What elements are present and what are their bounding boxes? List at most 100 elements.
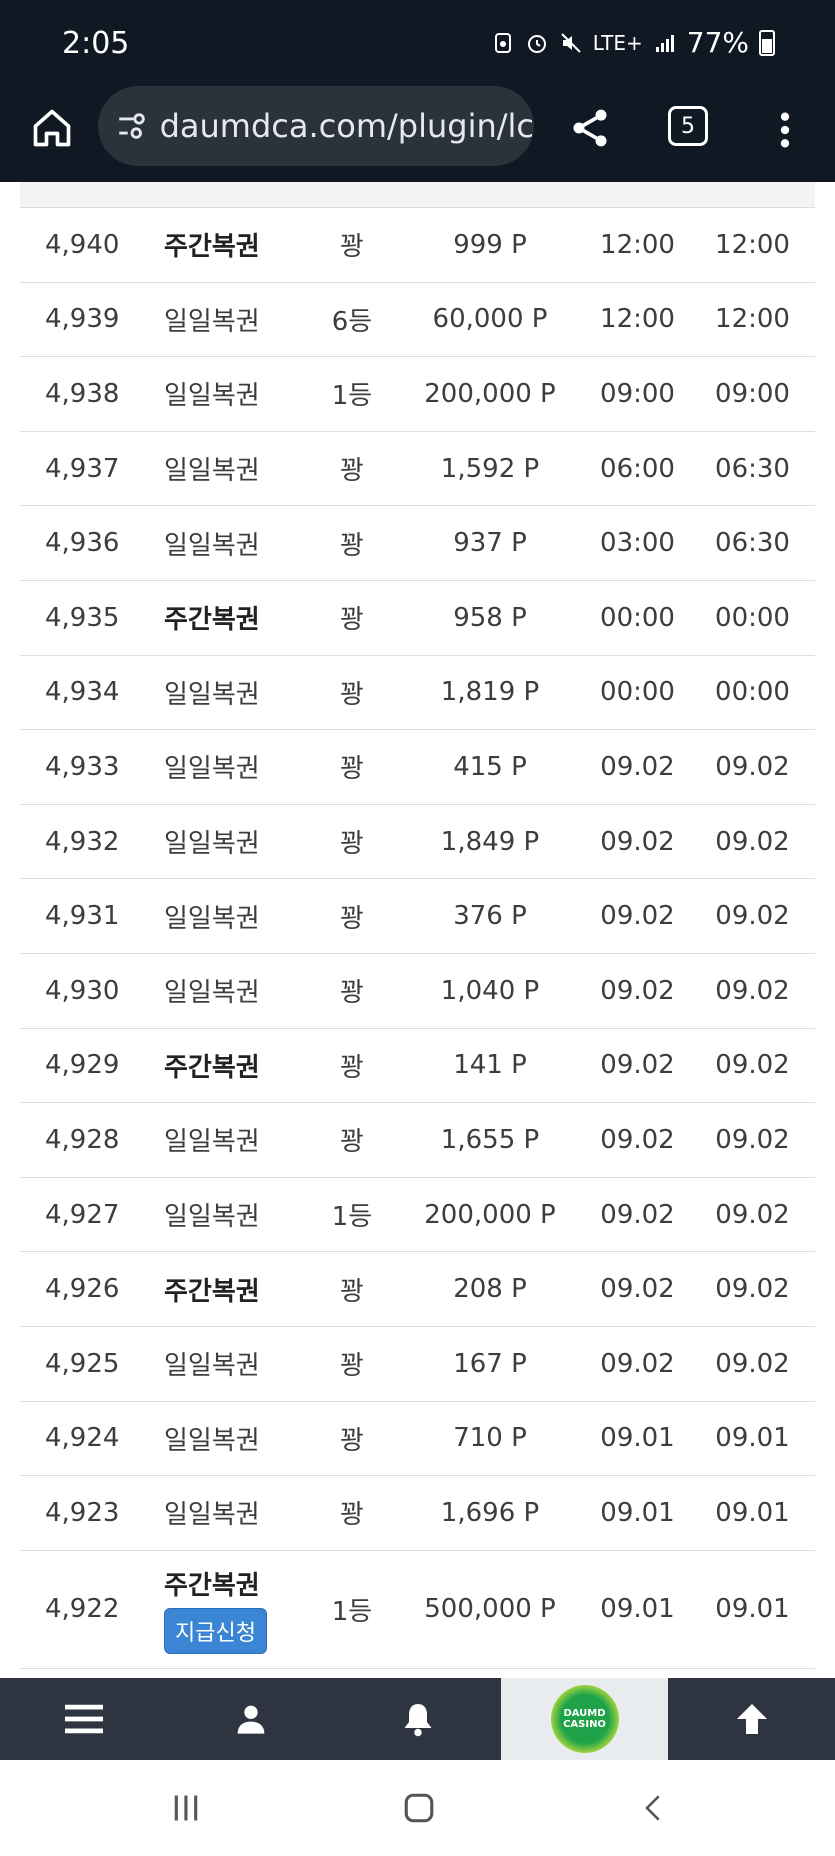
battery-icon [759, 29, 775, 56]
entry-number: 4,922 [45, 1594, 120, 1625]
status-icons: LTE+ 77% [491, 26, 775, 59]
table-row: 4,924 일일복권 꽝 710 P 09.01 09.01 [20, 1402, 815, 1477]
table-row: 4,923 일일복권 꽝 1,696 P 09.01 09.01 [20, 1476, 815, 1551]
alarm-icon [527, 34, 546, 53]
prize-points: 1,040 P [440, 975, 540, 1006]
draw-time: 09.02 [600, 751, 675, 782]
draw-time: 09.02 [600, 1274, 675, 1305]
table-row: 4,931 일일복권 꽝 376 P 09.02 09.02 [20, 879, 815, 954]
table-row: 4,927 일일복권 1등 200,000 P 09.02 09.02 [20, 1178, 815, 1253]
entry-number: 4,926 [45, 1274, 120, 1305]
paid-time: 06:30 [715, 528, 790, 559]
url-text: daumdca.com/plugin/lc [159, 107, 534, 145]
arrow-up-icon [736, 1704, 767, 1734]
share-button[interactable] [562, 100, 618, 156]
entry-number: 4,939 [45, 304, 120, 335]
lottery-type: 주간복권 [164, 1052, 260, 1083]
table-row: 4,929 주간복권 꽝 141 P 09.02 09.02 [20, 1029, 815, 1104]
paid-time: 09.02 [715, 1050, 790, 1081]
paid-time: 09:00 [715, 378, 790, 409]
tab-switcher-button[interactable]: 5 [668, 106, 708, 146]
draw-time: 09.02 [600, 826, 675, 857]
draw-time: 00:00 [600, 602, 675, 633]
prize-points: 200,000 P [424, 378, 556, 409]
draw-time: 09.02 [600, 1050, 675, 1081]
prize-rank: 꽝 [340, 754, 364, 785]
more-vert-icon [780, 112, 790, 148]
draw-time: 09.01 [600, 1594, 675, 1625]
nav-logo-button[interactable]: DAUMD CASINO [501, 1678, 668, 1760]
prize-rank: 꽝 [340, 1127, 364, 1158]
table-row: 4,922 주간복권 지급신청 1등 500,000 P 09.01 09.01 [20, 1551, 815, 1669]
prize-rank: 꽝 [340, 978, 364, 1009]
system-home-button[interactable] [399, 1790, 439, 1826]
entry-number: 4,931 [45, 901, 120, 932]
nav-menu-button[interactable] [0, 1678, 167, 1760]
draw-time: 12:00 [600, 229, 675, 260]
draw-time: 06:00 [600, 453, 675, 484]
table-row: 4,933 일일복권 꽝 415 P 09.02 09.02 [20, 730, 815, 805]
prize-rank: 꽝 [340, 530, 364, 561]
entry-number: 4,933 [45, 751, 120, 782]
entry-number: 4,934 [45, 677, 120, 708]
home-icon [33, 109, 71, 147]
table-row: 4,925 일일복권 꽝 167 P 09.02 09.02 [20, 1327, 815, 1402]
share-icon [573, 109, 607, 147]
paid-time: 09.01 [715, 1423, 790, 1454]
system-back-button[interactable] [634, 1790, 674, 1826]
prize-rank: 꽝 [340, 1276, 364, 1307]
table-row: 4,935 주간복권 꽝 958 P 00:00 00:00 [20, 581, 815, 656]
prize-points: 1,655 P [440, 1124, 540, 1155]
site-settings-icon[interactable] [114, 104, 150, 148]
bottom-nav: DAUMD CASINO [0, 1678, 835, 1760]
recent-apps-button[interactable] [166, 1790, 206, 1826]
paid-time: 09.02 [715, 975, 790, 1006]
prize-rank: 꽝 [340, 456, 364, 487]
lottery-type: 일일복권 [164, 306, 260, 337]
entry-number: 4,940 [45, 229, 120, 260]
lottery-history-table: 4,940 주간복권 꽝 999 P 12:00 12:00 4,939 일일복권 6등 60,0… [20, 182, 815, 1678]
entry-number: 4,936 [45, 528, 120, 559]
table-row: 4,926 주간복권 꽝 208 P 09.02 09.02 [20, 1252, 815, 1327]
draw-time: 09.02 [600, 901, 675, 932]
draw-time: 09.01 [600, 1423, 675, 1454]
paid-time: 09.02 [715, 826, 790, 857]
lottery-type: 주간복권 [164, 1276, 260, 1307]
browser-menu-button[interactable] [770, 102, 800, 158]
lottery-type: 일일복권 [164, 978, 260, 1009]
prize-rank: 6등 [331, 306, 373, 337]
entry-number: 4,930 [45, 975, 120, 1006]
draw-time: 12:00 [600, 304, 675, 335]
paid-time: 09.02 [715, 1348, 790, 1379]
prize-points: 710 P [453, 1423, 527, 1454]
entry-number: 4,925 [45, 1348, 120, 1379]
nav-notification-button[interactable] [334, 1678, 501, 1760]
entry-number: 4,923 [45, 1497, 120, 1528]
url-field[interactable]: daumdca.com/plugin/lc [98, 86, 534, 166]
status-time: 2:05 [62, 26, 130, 61]
table-row: 4,930 일일복권 꽝 1,040 P 09.02 09.02 [20, 954, 815, 1029]
prize-points: 208 P [453, 1274, 527, 1305]
table-row: 4,928 일일복권 꽝 1,655 P 09.02 09.02 [20, 1103, 815, 1178]
prize-rank: 1등 [331, 1202, 373, 1233]
paid-time: 09.02 [715, 751, 790, 782]
prize-rank: 꽝 [340, 1500, 364, 1531]
paid-time: 00:00 [715, 677, 790, 708]
prize-points: 1,849 P [440, 826, 540, 857]
claim-prize-button[interactable]: 지급신청 [164, 1607, 267, 1654]
paid-time: 09.02 [715, 1199, 790, 1230]
home-button[interactable] [24, 100, 80, 156]
table-row: 4,936 일일복권 꽝 937 P 03:00 06:30 [20, 506, 815, 581]
lottery-type: 일일복권 [164, 1127, 260, 1158]
lottery-type: 일일복권 [164, 1425, 260, 1456]
entry-number: 4,929 [45, 1050, 120, 1081]
lottery-type: 일일복권 [164, 456, 260, 487]
nav-scroll-top-button[interactable] [668, 1678, 835, 1760]
prize-rank: 꽝 [340, 1425, 364, 1456]
system-nav-bar [0, 1760, 835, 1856]
paid-time: 09.01 [715, 1594, 790, 1625]
lottery-type: 일일복권 [164, 1351, 260, 1382]
table-row: 4,939 일일복권 6등 60,000 P 12:00 12:00 [20, 283, 815, 358]
nav-user-button[interactable] [167, 1678, 334, 1760]
bell-icon [404, 1704, 431, 1737]
